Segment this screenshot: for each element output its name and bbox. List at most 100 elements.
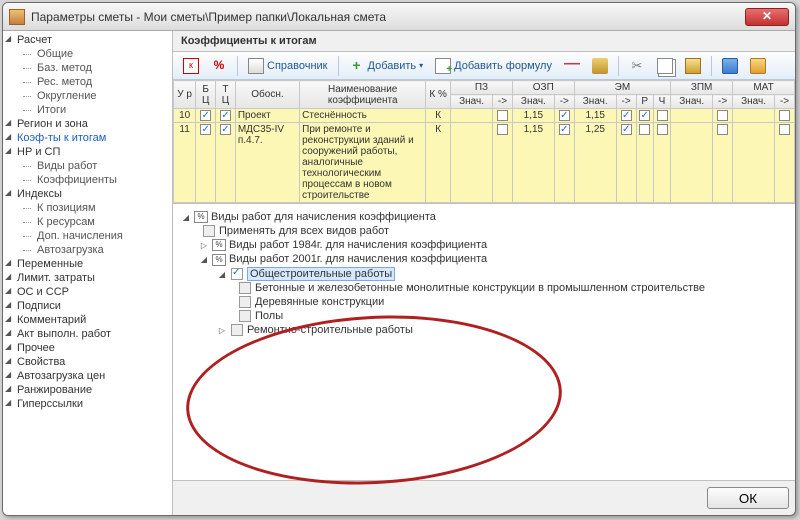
save-button[interactable] (718, 56, 742, 76)
cut-button[interactable]: ✂ (625, 56, 649, 76)
col-kpct[interactable]: К % (426, 81, 451, 109)
nav-group[interactable]: Прочее (3, 341, 172, 355)
col-ozp-val[interactable]: Знач. (512, 95, 554, 109)
nav-group[interactable]: Переменные (3, 257, 172, 271)
expand-icon[interactable]: ▷ (217, 326, 227, 335)
coeff-grid[interactable]: У р Б Ц Т Ц Обосн. Наименование коэффици… (173, 80, 795, 204)
checkbox[interactable] (231, 268, 243, 280)
nav-item[interactable]: Доп. начисления (3, 229, 172, 243)
tree-root[interactable]: ◢%Виды работ для начисления коэффициента (181, 210, 787, 224)
col-zpm[interactable]: ЗПМ (671, 81, 733, 95)
tree-wood[interactable]: Деревянные конструкции (181, 295, 787, 309)
close-button[interactable]: ✕ (745, 8, 789, 26)
tree-1984[interactable]: ▷%Виды работ 1984г. для начисления коэфф… (181, 238, 787, 252)
checkbox[interactable] (239, 282, 251, 294)
nav-item[interactable]: Рес. метод (3, 75, 172, 89)
k-icon: к (183, 58, 199, 74)
nav-tree[interactable]: РасчетОбщиеБаз. методРес. методОкруглени… (3, 31, 173, 515)
nav-group[interactable]: Комментарий (3, 313, 172, 327)
nav-item[interactable]: Коэффициенты (3, 173, 172, 187)
separator (237, 56, 238, 76)
collapse-icon[interactable]: ◢ (199, 255, 209, 264)
nav-item[interactable]: Автозагрузка (3, 243, 172, 257)
col-zpm-val[interactable]: Знач. (671, 95, 713, 109)
tree-general-works[interactable]: ◢Общестроительные работы (181, 267, 787, 281)
col-zpm-arrow[interactable]: -> (713, 95, 733, 109)
col-ozp-arrow[interactable]: -> (554, 95, 574, 109)
nav-group[interactable]: Автозагрузка цен (3, 369, 172, 383)
checkbox[interactable] (231, 324, 243, 336)
nav-item[interactable]: К позициям (3, 201, 172, 215)
collapse-icon[interactable]: ◢ (217, 270, 227, 279)
col-bc[interactable]: Б Ц (196, 81, 216, 109)
coeff-pct-button[interactable]: % (207, 56, 231, 76)
brush-button[interactable] (588, 56, 612, 76)
nav-group[interactable]: Регион и зона (3, 117, 172, 131)
col-mat-arrow[interactable]: -> (775, 95, 795, 109)
add-formula-button[interactable]: Добавить формулу (431, 56, 556, 76)
tree-2001[interactable]: ◢%Виды работ 2001г. для начисления коэфф… (181, 252, 787, 266)
copy-button[interactable] (653, 56, 677, 76)
paste-button[interactable] (681, 56, 705, 76)
checkbox[interactable] (203, 225, 215, 237)
reference-label: Справочник (267, 60, 328, 72)
window-title: Параметры сметы - Мои сметы\Пример папки… (31, 10, 745, 24)
col-mat[interactable]: МАТ (733, 81, 795, 95)
col-pz-arrow[interactable]: -> (493, 95, 513, 109)
tree-concrete[interactable]: Бетонные и железобетонные монолитные кон… (181, 281, 787, 295)
nav-group[interactable]: НР и СП (3, 145, 172, 159)
folder-open-icon (750, 58, 766, 74)
expand-icon[interactable]: ▷ (199, 241, 209, 250)
titlebar: Параметры сметы - Мои сметы\Пример папки… (3, 3, 795, 31)
separator (711, 56, 712, 76)
right-pane: Коэффициенты к итогам к % Справочник +До… (173, 31, 795, 515)
nav-group[interactable]: Расчет (3, 33, 172, 47)
nav-item[interactable]: Общие (3, 47, 172, 61)
add-button[interactable]: +Добавить▾ (345, 56, 428, 76)
tree-apply-all[interactable]: Применять для всех видов работ (181, 224, 787, 238)
separator (338, 56, 339, 76)
col-em-val[interactable]: Знач. (574, 95, 616, 109)
col-em-ch[interactable]: Ч (653, 95, 670, 109)
nav-item[interactable]: Виды работ (3, 159, 172, 173)
nav-group[interactable]: Акт выполн. работ (3, 327, 172, 341)
col-pz-val[interactable]: Знач. (451, 95, 493, 109)
col-em-r[interactable]: Р (636, 95, 653, 109)
add-label: Добавить (368, 60, 417, 72)
table-row[interactable]: 11МДС35-IV п.4.7.При ремонте и реконстру… (174, 123, 795, 203)
col-mat-val[interactable]: Знач. (733, 95, 775, 109)
col-obosn[interactable]: Обосн. (235, 81, 299, 109)
ok-button[interactable]: ОК (707, 487, 789, 509)
checkbox[interactable] (239, 296, 251, 308)
checkbox[interactable] (239, 310, 251, 322)
nav-group[interactable]: Свойства (3, 355, 172, 369)
tree-repair[interactable]: ▷Ремонтно-строительные работы (181, 323, 787, 337)
nav-item[interactable]: Баз. метод (3, 61, 172, 75)
nav-item[interactable]: К ресурсам (3, 215, 172, 229)
open-button[interactable] (746, 56, 770, 76)
reference-button[interactable]: Справочник (244, 56, 332, 76)
remove-button[interactable]: — (560, 56, 584, 76)
collapse-icon[interactable]: ◢ (181, 213, 191, 222)
coeff-k-button[interactable]: к (179, 56, 203, 76)
tree-floors[interactable]: Полы (181, 309, 787, 323)
col-name[interactable]: Наименование коэффициента (300, 81, 426, 109)
nav-group[interactable]: Гиперссылки (3, 397, 172, 411)
nav-item[interactable]: Итоги (3, 103, 172, 117)
nav-group[interactable]: Коэф-ты к итогам (3, 131, 172, 145)
brush-icon (592, 58, 608, 74)
col-em[interactable]: ЭМ (574, 81, 670, 95)
col-tc[interactable]: Т Ц (216, 81, 236, 109)
table-row[interactable]: 10ПроектСтеснённостьК1,151,15 (174, 109, 795, 123)
nav-group[interactable]: Лимит. затраты (3, 271, 172, 285)
nav-group[interactable]: Индексы (3, 187, 172, 201)
nav-group[interactable]: ОС и ССР (3, 285, 172, 299)
work-types-tree[interactable]: ◢%Виды работ для начисления коэффициента… (173, 204, 795, 480)
col-pz[interactable]: ПЗ (451, 81, 513, 95)
nav-item[interactable]: Округление (3, 89, 172, 103)
nav-group[interactable]: Ранжирование (3, 383, 172, 397)
col-ur[interactable]: У р (174, 81, 196, 109)
col-em-arrow[interactable]: -> (616, 95, 636, 109)
nav-group[interactable]: Подписи (3, 299, 172, 313)
col-ozp[interactable]: ОЗП (512, 81, 574, 95)
